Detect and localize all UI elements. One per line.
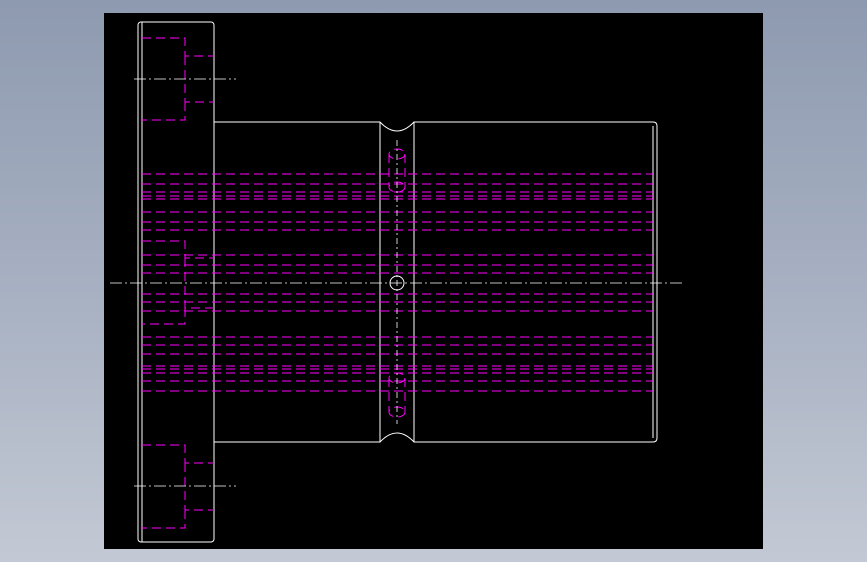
outline-group (137, 21, 658, 543)
flange-outline (137, 21, 215, 543)
drawing-canvas[interactable] (104, 13, 763, 549)
hub-outline (214, 121, 658, 443)
counterbore-pocket-bottom (142, 444, 214, 529)
counterbore-pocket-middle (142, 240, 214, 325)
centerline-group (110, 78, 685, 487)
cad-viewport[interactable] (0, 0, 867, 562)
part-drawing (110, 21, 685, 543)
